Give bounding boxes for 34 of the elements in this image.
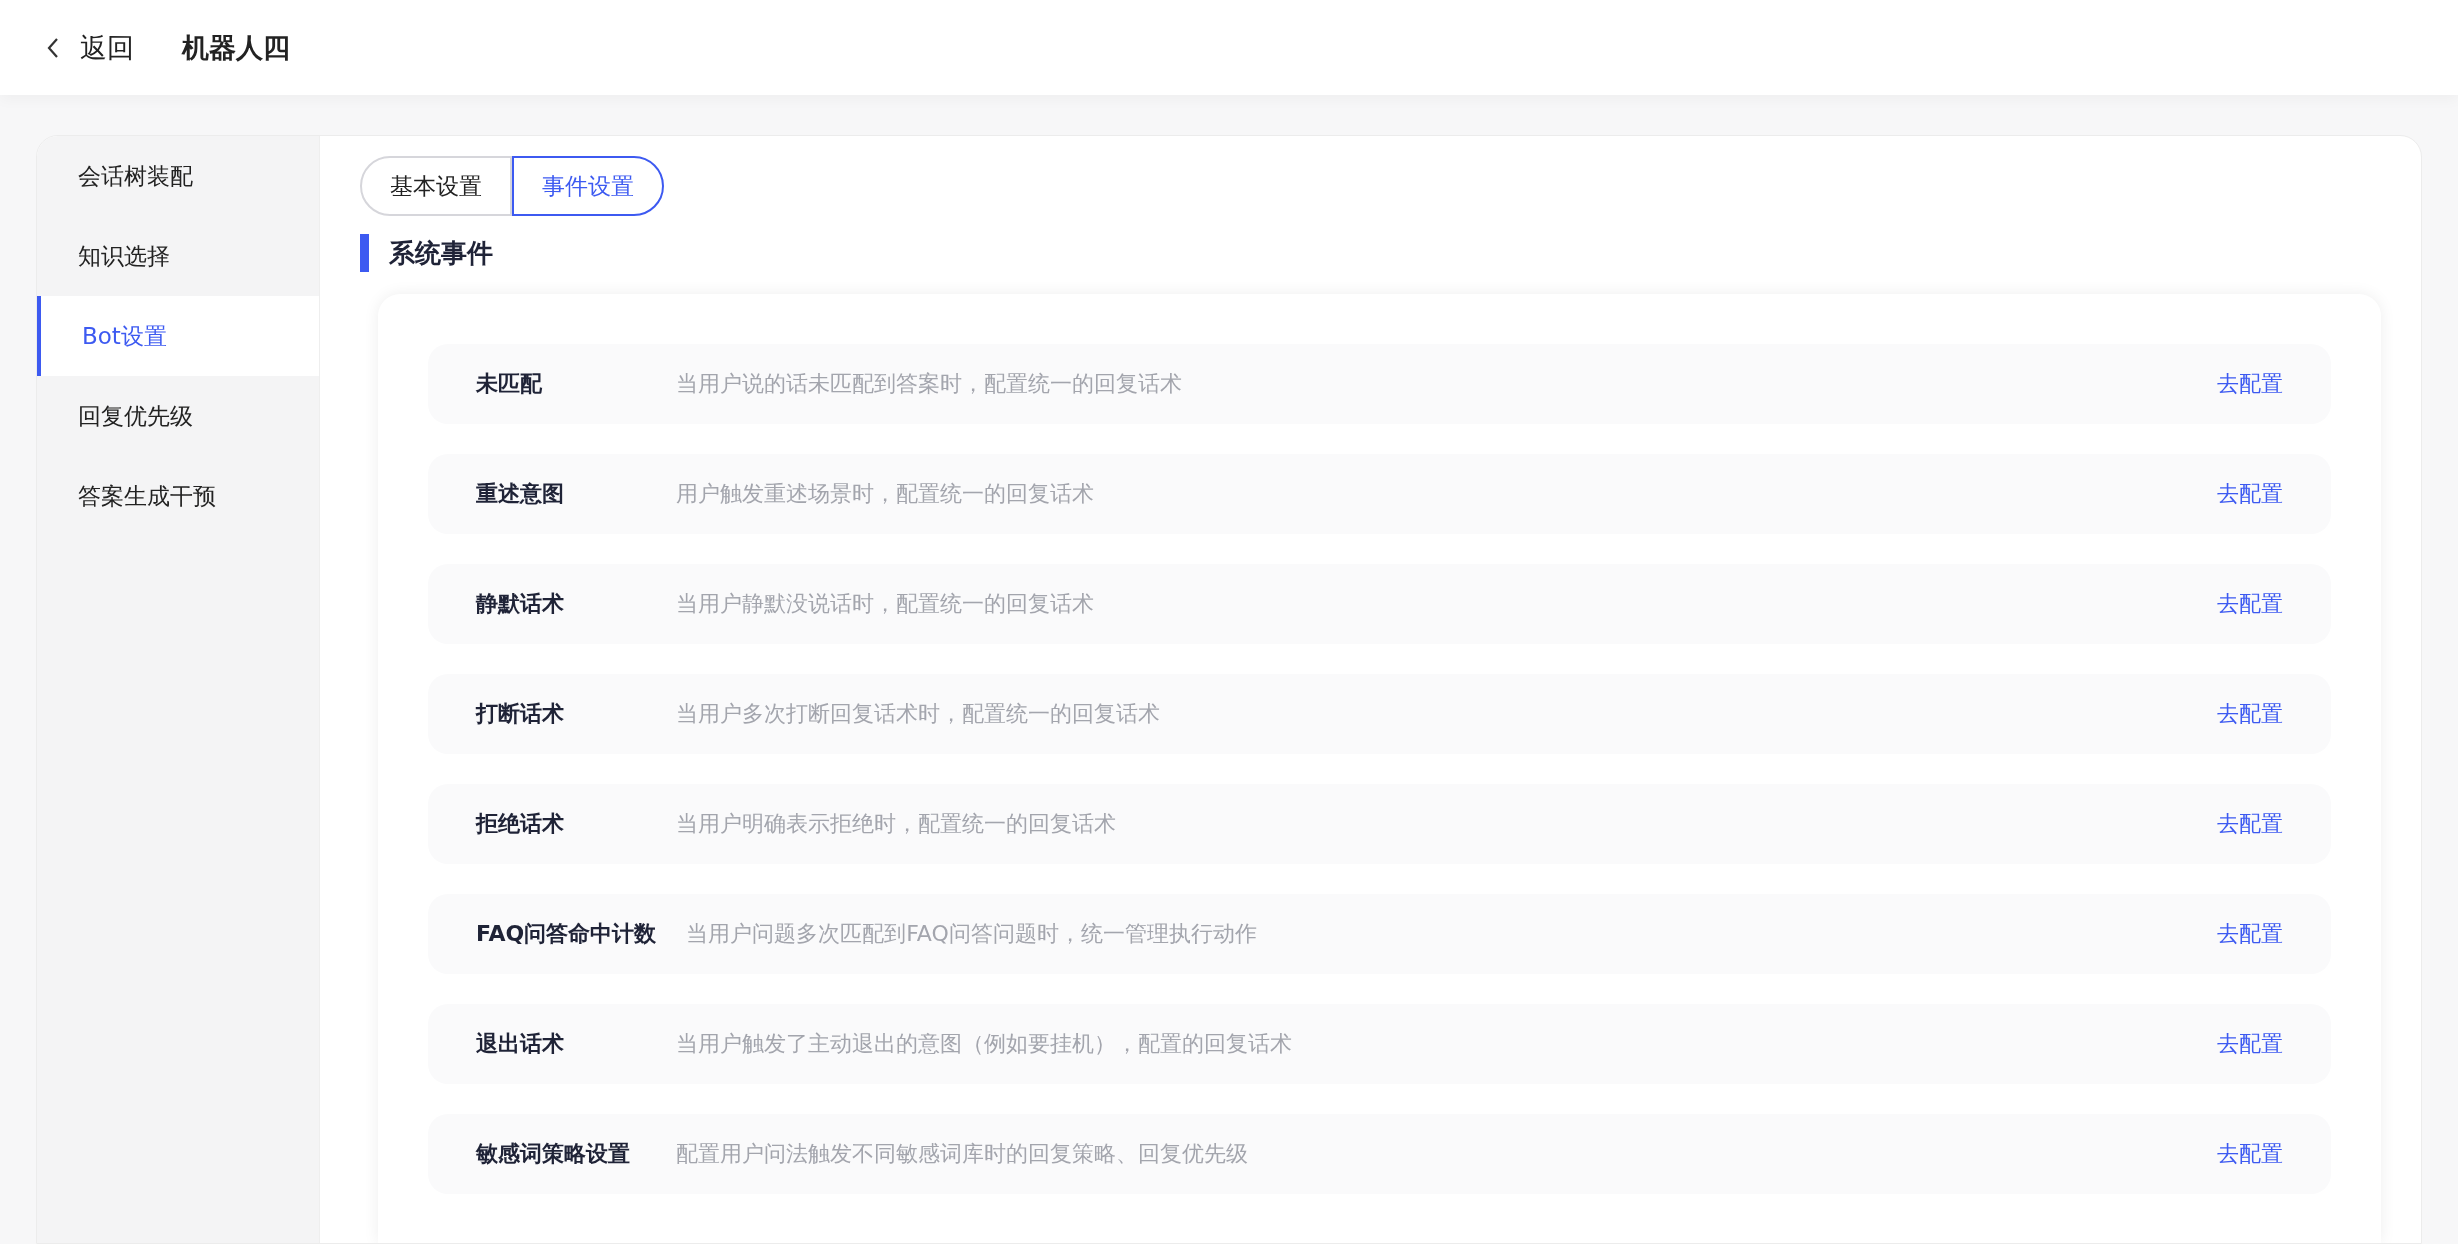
configure-link[interactable]: 去配置: [2217, 919, 2283, 949]
back-button[interactable]: 返回: [46, 29, 134, 66]
event-name: 重述意图: [476, 480, 565, 508]
event-name: 退出话术: [476, 1030, 565, 1058]
sidebar-item[interactable]: Bot设置: [37, 296, 319, 376]
event-description: 用户触发重述场景时，配置统一的回复话术: [676, 480, 1095, 508]
event-description: 当用户静默没说话时，配置统一的回复话术: [676, 590, 1095, 618]
configure-link[interactable]: 去配置: [2217, 1139, 2283, 1169]
event-name: 静默话术: [476, 590, 565, 618]
configure-link[interactable]: 去配置: [2217, 479, 2283, 509]
configure-link[interactable]: 去配置: [2217, 1029, 2283, 1059]
tab[interactable]: 基本设置: [360, 156, 512, 216]
section-title: 系统事件: [360, 234, 2381, 272]
tab[interactable]: 事件设置: [512, 156, 664, 216]
event-description: 当用户触发了主动退出的意图（例如要挂机），配置的回复话术: [676, 1030, 1293, 1058]
event-description: 当用户多次打断回复话术时，配置统一的回复话术: [676, 700, 1161, 728]
configure-link[interactable]: 去配置: [2217, 809, 2283, 839]
event-description: 当用户问题多次匹配到FAQ问答问题时，统一管理执行动作: [686, 920, 1258, 948]
event-name: 未匹配: [476, 370, 543, 398]
sidebar-item[interactable]: 答案生成干预: [37, 456, 319, 536]
configure-link[interactable]: 去配置: [2217, 699, 2283, 729]
configure-link[interactable]: 去配置: [2217, 589, 2283, 619]
event-name: 拒绝话术: [476, 810, 565, 838]
event-description: 配置用户问法触发不同敏感词库时的回复策略、回复优先级: [676, 1140, 1249, 1168]
configure-link[interactable]: 去配置: [2217, 369, 2283, 399]
sidebar-item[interactable]: 知识选择: [37, 216, 319, 296]
event-name: 打断话术: [476, 700, 565, 728]
sidebar-item[interactable]: 回复优先级: [37, 376, 319, 456]
event-description: 当用户说的话未匹配到答案时，配置统一的回复话术: [676, 370, 1183, 398]
page-title: 机器人四: [182, 30, 290, 65]
event-name: 敏感词策略设置: [476, 1140, 631, 1168]
sidebar-item[interactable]: 会话树装配: [37, 136, 319, 216]
event-name: FAQ问答命中计数: [476, 920, 657, 948]
event-description: 当用户明确表示拒绝时，配置统一的回复话术: [676, 810, 1117, 838]
